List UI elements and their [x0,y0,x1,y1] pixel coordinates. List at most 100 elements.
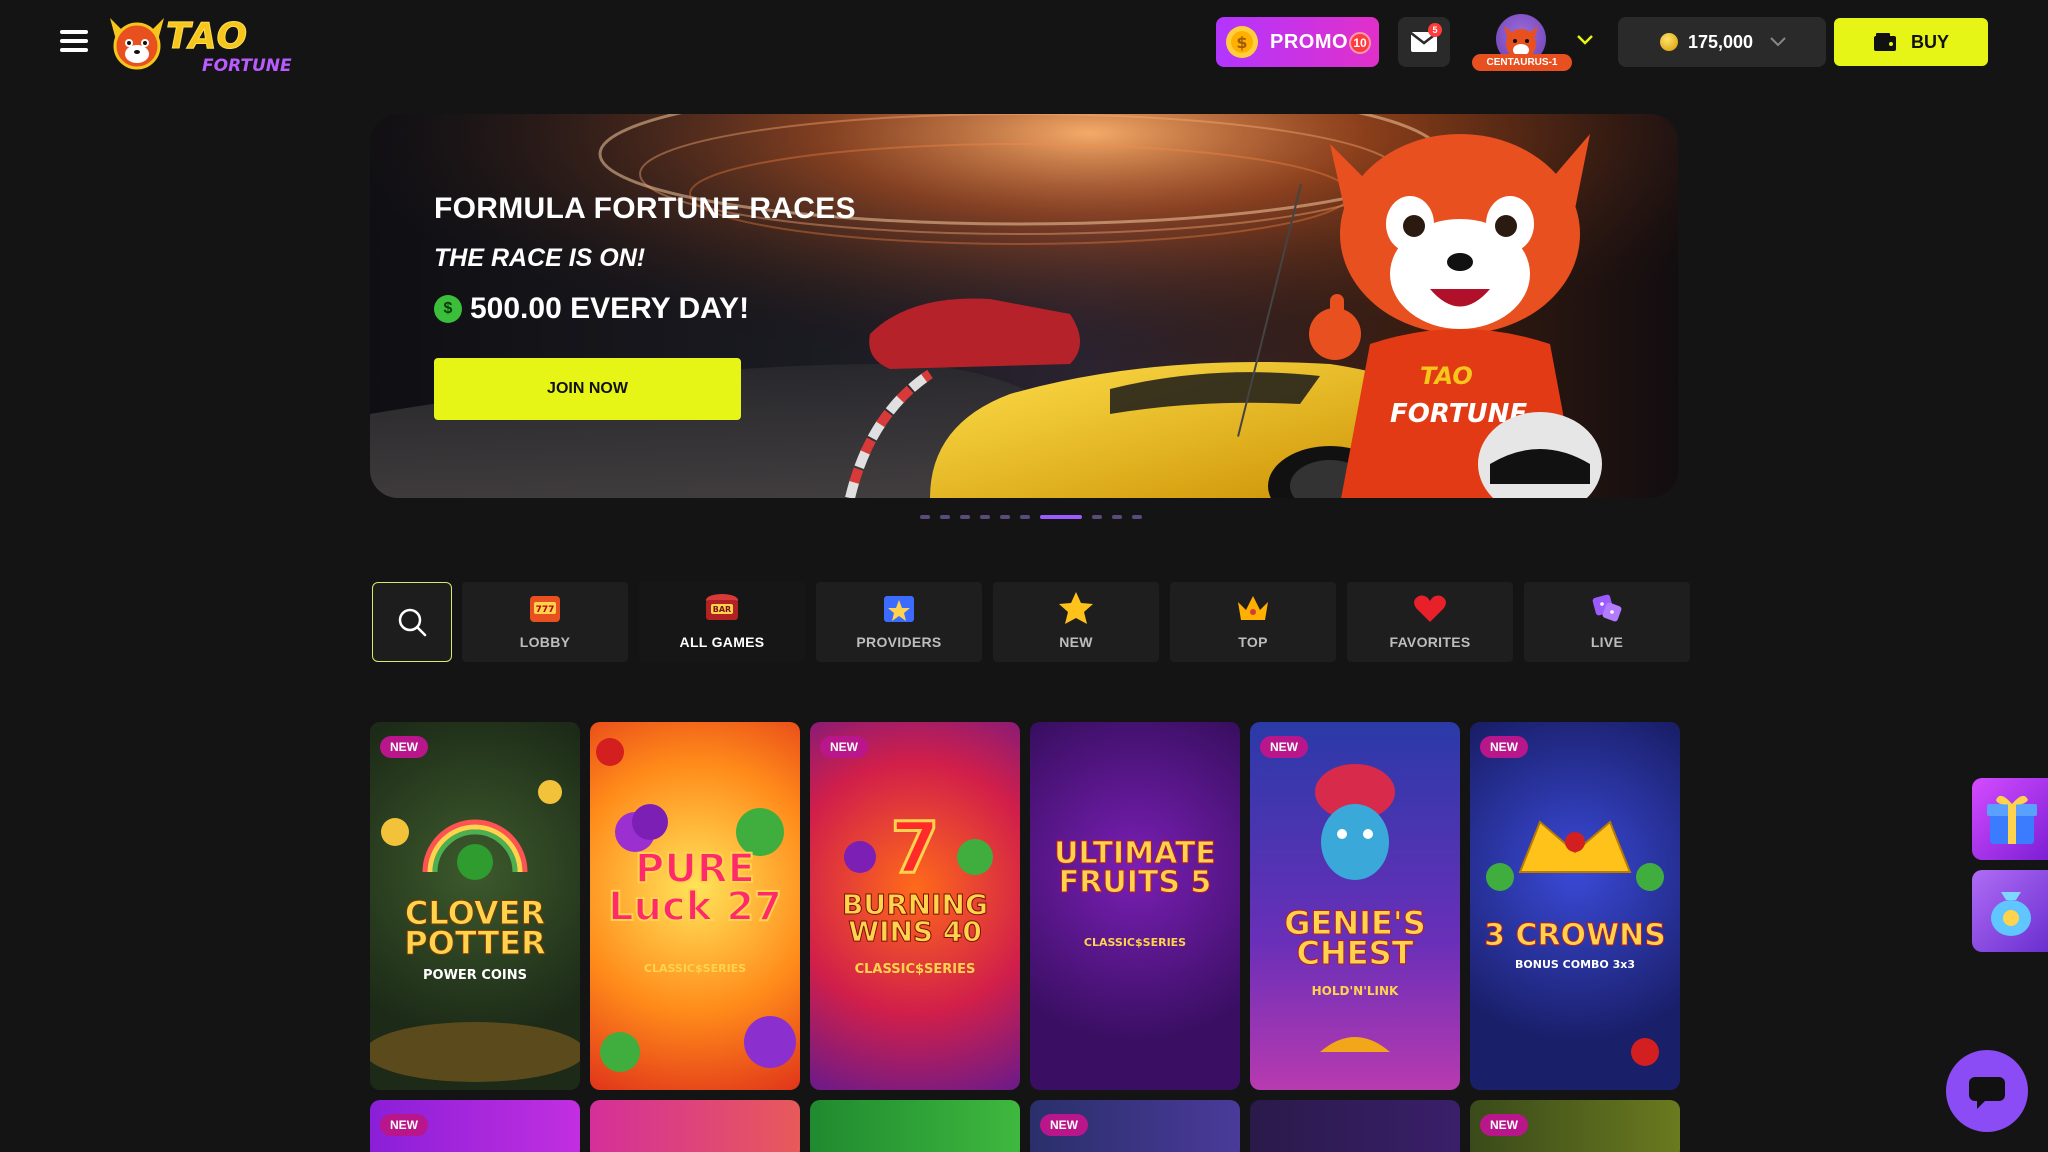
chevron-down-icon[interactable] [1576,34,1594,46]
tab-lobby[interactable]: 777 LOBBY [462,582,628,662]
promo-banner[interactable]: FORMULA FORTUNE RACES THE RACE IS ON! $ … [370,114,1678,498]
category-tabs: 777 LOBBY BAR ALL GAMES PROVIDERS NEW TO… [372,582,1701,662]
banner-pagination [920,515,1152,519]
star-box-icon [884,596,914,622]
tab-label: LIVE [1590,634,1624,650]
inbox-button[interactable]: 5 [1398,17,1450,67]
game-title: ULTIMATE FRUITS 5 [1054,836,1217,900]
tab-new[interactable]: NEW [993,582,1159,662]
game-card[interactable]: PURE Luck 27 CLASSIC$SERIES [590,722,800,1090]
promo-button[interactable]: $ PROMO 10 [1216,17,1379,67]
banner-dot[interactable] [1112,515,1122,519]
username-tag: CENTAURUS-1 [1472,54,1572,71]
svg-text:$: $ [1236,33,1247,52]
tab-live[interactable]: LIVE [1524,582,1690,662]
new-badge: NEW [1260,736,1308,758]
chat-icon [1969,1077,2005,1109]
heart-icon [1414,595,1446,622]
tab-label: FAVORITES [1389,634,1471,650]
tab-label: TOP [1238,634,1268,650]
user-avatar-button[interactable]: CENTAURUS-1 [1472,12,1572,72]
game-card[interactable]: NEW [1030,1100,1240,1152]
banner-dot[interactable] [1020,515,1030,519]
banner-dot[interactable] [1000,515,1010,519]
banner-dot[interactable] [1132,515,1142,519]
new-badge: NEW [380,1114,428,1136]
chevron-down-icon [1770,37,1786,47]
game-card[interactable]: NEW 3 CROWNS BONUS COMBO 3x3 [1470,722,1680,1090]
banner-dot[interactable] [960,515,970,519]
dice-icon [1592,594,1622,622]
bar-slot-icon: BAR [706,594,738,620]
new-badge: NEW [1480,736,1528,758]
svg-text:BAR: BAR [713,605,731,614]
game-title: GENIE'S CHEST [1284,904,1427,973]
crown-icon [1238,596,1268,620]
coin-bag-icon [1991,892,2031,936]
game-subtitle: BONUS COMBO 3x3 [1515,958,1635,971]
search-icon [398,608,427,637]
mascot-suit-text-tao: TAO [1420,362,1473,390]
new-badge: NEW [380,736,428,758]
banner-dot[interactable] [940,515,950,519]
chat-button[interactable] [1946,1050,2028,1132]
balance-value: 175,000 [1688,31,1754,52]
svg-text:777: 777 [536,605,555,615]
game-card[interactable] [1250,1100,1460,1152]
banner-dot[interactable] [980,515,990,519]
star-icon [1059,592,1093,624]
banner-dot[interactable] [920,515,930,519]
game-card[interactable]: 7 NEW BURNING WINS 40 CLASSIC$SERIES [810,722,1020,1090]
sweeps-coin-icon: $ [434,295,462,323]
game-card[interactable]: NEW CLOVER POTTER POWER COINS [370,722,580,1090]
game-card[interactable] [810,1100,1020,1152]
new-badge: NEW [1480,1114,1528,1136]
game-title: PURE Luck 27 [607,846,783,930]
tab-label: LOBBY [519,634,571,650]
tab-providers[interactable]: PROVIDERS [816,582,982,662]
game-title: CLOVER POTTER [404,894,547,963]
tab-all-games[interactable]: BAR ALL GAMES [639,582,805,662]
game-card[interactable]: NEW GENIE'S CHEST HOLD'N'LINK [1250,722,1460,1090]
gift-widget-button[interactable] [1972,778,2048,860]
promo-count-badge: 10 [1349,32,1371,54]
game-subtitle: HOLD'N'LINK [1311,984,1399,998]
slot-machine-icon: 777 [530,596,560,622]
banner-amount: $ 500.00 EVERY DAY! [434,292,749,326]
banner-dot[interactable] [1040,515,1082,519]
game-card[interactable]: NEW [370,1100,580,1152]
tab-label: NEW [1059,634,1093,650]
svg-text:7: 7 [891,807,940,889]
game-card[interactable]: NEW [1470,1100,1680,1152]
tab-top[interactable]: TOP [1170,582,1336,662]
game-title: 3 CROWNS [1484,918,1667,953]
new-badge: NEW [820,736,868,758]
game-card[interactable]: ULTIMATE FRUITS 5 CLASSIC$SERIES [1030,722,1240,1090]
banner-title: FORMULA FORTUNE RACES [434,192,856,225]
banner-subtitle: THE RACE IS ON! [434,244,646,272]
join-now-button[interactable]: JOIN NOW [434,358,741,420]
game-subtitle: CLASSIC$SERIES [1083,936,1187,949]
gift-box-icon [1987,795,2037,844]
top-header: TAO FORTUNE $ PROMO 10 5 CENTAURUS-1 175… [0,0,2048,84]
tab-label: ALL GAMES [679,634,765,650]
game-card[interactable] [590,1100,800,1152]
balance-selector[interactable]: 175,000 [1618,17,1826,67]
crown-art-icon [1486,820,1664,1066]
banner-amount-text: 500.00 EVERY DAY! [470,292,750,325]
search-button[interactable] [372,582,452,662]
promo-coins-icon: $ [1226,26,1258,58]
logo[interactable]: TAO FORTUNE [106,10,292,76]
logo-text-fortune: FORTUNE [202,56,292,76]
promo-label: PROMO [1270,30,1349,53]
bonus-bag-widget-button[interactable] [1972,870,2048,952]
game-title: BURNING WINS 40 [842,888,989,948]
red-panda-logo-icon [110,18,164,70]
banner-dot[interactable] [1092,515,1102,519]
tab-favorites[interactable]: FAVORITES [1347,582,1513,662]
game-subtitle: POWER COINS [422,968,527,983]
buy-button[interactable]: BUY [1834,18,1988,66]
game-subtitle: CLASSIC$SERIES [643,962,747,975]
menu-icon[interactable] [60,30,88,52]
new-badge: NEW [1040,1114,1088,1136]
